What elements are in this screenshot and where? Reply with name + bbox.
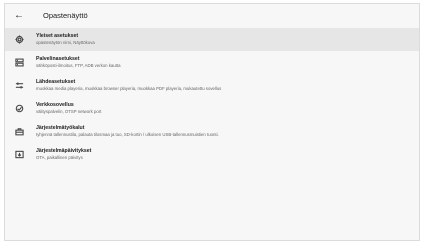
settings-item-description: tyhjennä tallennustila, palauta tilosmaa… xyxy=(36,131,219,137)
settings-item-description: opastenäytön nimi, Näyttökuva xyxy=(36,39,95,45)
sliders-icon xyxy=(14,81,24,91)
settings-item-label: Järjestelmäpäivitykset xyxy=(36,147,92,154)
toolbox-icon xyxy=(14,127,24,137)
header: ← Opastenäyttö xyxy=(5,4,419,26)
settings-item-system-updates[interactable]: Järjestelmäpäivitykset OTA, paikallinen … xyxy=(5,143,419,166)
settings-item-general[interactable]: Yleiset asetukset opastenäytön nimi, Näy… xyxy=(5,28,419,51)
settings-item-label: Verkkosovellus xyxy=(36,101,74,108)
settings-item-label: Palvelinasetukset xyxy=(36,55,80,62)
settings-item-source[interactable]: Lähdeasetukset muokkaa media playeria, m… xyxy=(5,74,419,97)
settings-item-system-tools[interactable]: Järjestelmätyökalut tyhjennä tallennusti… xyxy=(5,120,419,143)
settings-item-description: OTA, paikallinen päivitys xyxy=(36,154,83,160)
update-icon xyxy=(14,150,24,160)
settings-item-description: välityspalvelin, OTSP network port xyxy=(36,108,102,114)
settings-list: Yleiset asetukset opastenäytön nimi, Näy… xyxy=(5,28,419,166)
settings-item-server[interactable]: Palvelinasetukset sähköposti-ilmoitus, F… xyxy=(5,51,419,74)
settings-item-network-app[interactable]: Verkkosovellus välityspalvelin, OTSP net… xyxy=(5,97,419,120)
settings-item-label: Lähdeasetukset xyxy=(36,78,76,85)
settings-item-description: muokkaa media playeria, muokkaa browser … xyxy=(36,85,222,91)
page-title: Opastenäyttö xyxy=(43,10,88,20)
settings-item-label: Järjestelmätyökalut xyxy=(36,124,85,131)
settings-item-description: sähköposti-ilmoitus, FTP, ADB verkon kau… xyxy=(36,62,121,68)
gear-icon xyxy=(14,35,24,45)
settings-item-label: Yleiset asetukset xyxy=(36,32,79,39)
network-icon xyxy=(14,104,24,114)
back-button[interactable]: ← xyxy=(7,4,31,26)
arrow-left-icon: ← xyxy=(14,9,24,21)
server-icon xyxy=(14,58,24,68)
settings-window: ← Opastenäyttö Yleiset asetukset opasten… xyxy=(4,3,420,241)
